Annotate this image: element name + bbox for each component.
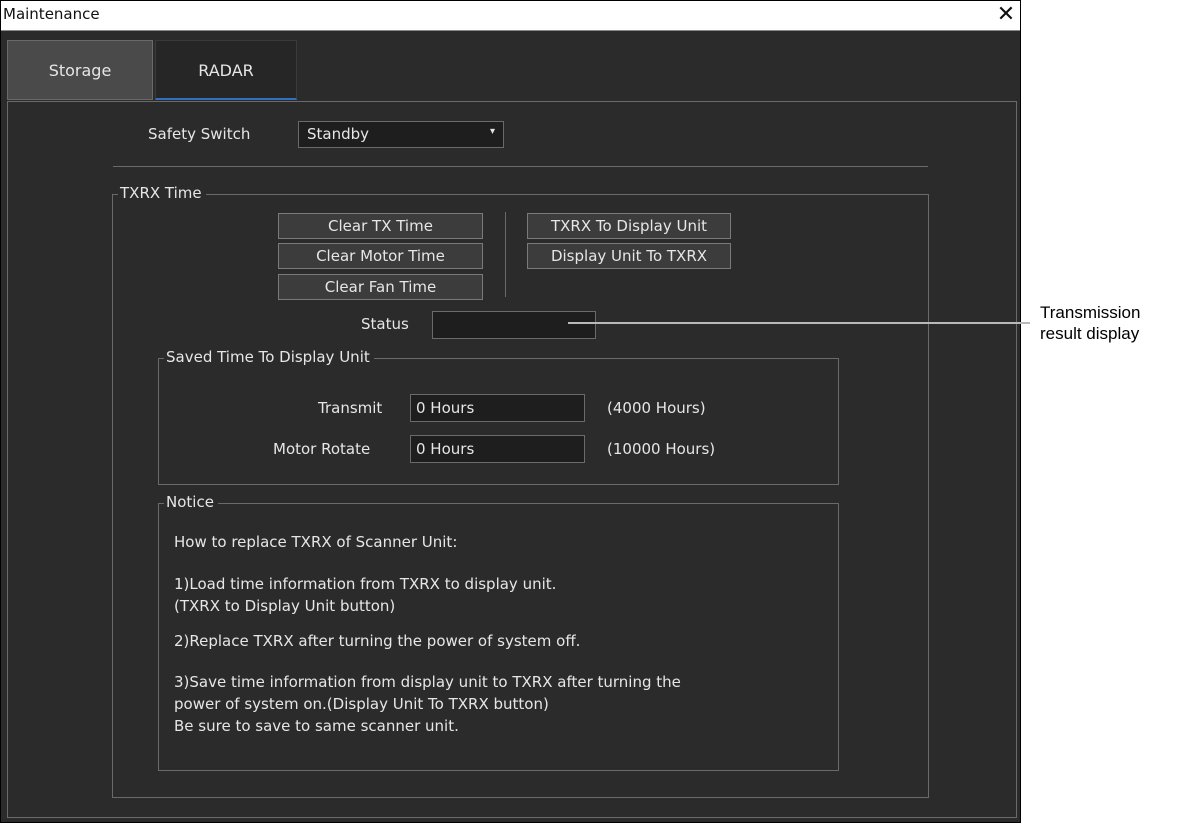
clear-motor-time-button[interactable]: Clear Motor Time — [278, 243, 483, 269]
window-title: Maintenance — [3, 5, 100, 23]
status-field — [432, 311, 596, 339]
callout-annotation: Transmission result display — [1040, 302, 1140, 344]
safety-switch-value: Standby — [307, 125, 370, 143]
notice-line: Be sure to save to same scanner unit. — [174, 717, 459, 735]
tab-storage[interactable]: Storage — [7, 40, 153, 100]
tab-radar[interactable]: RADAR — [155, 40, 297, 100]
transmit-label: Transmit — [318, 399, 383, 417]
section-divider — [113, 166, 928, 167]
motor-rotate-limit: (10000 Hours) — [607, 440, 716, 458]
transmit-hours-field: 0 Hours — [410, 394, 585, 422]
callout-leader-line — [568, 322, 1030, 324]
safety-switch-select[interactable]: Standby ▾ — [298, 121, 504, 148]
motor-rotate-hours-field: 0 Hours — [410, 435, 585, 463]
maintenance-window: Maintenance ✕ Storage RADAR Safety Switc… — [0, 0, 1021, 823]
notice-line: power of system on.(Display Unit To TXRX… — [174, 695, 549, 713]
notice-title: Notice — [164, 493, 218, 511]
motor-rotate-label: Motor Rotate — [273, 440, 371, 458]
notice-line: How to replace TXRX of Scanner Unit: — [174, 533, 458, 551]
tab-bar: Storage RADAR — [7, 40, 1017, 102]
notice-line: 2)Replace TXRX after turning the power o… — [174, 632, 581, 650]
dropdown-arrow-icon: ▾ — [489, 126, 495, 137]
clear-fan-time-button[interactable]: Clear Fan Time — [278, 274, 483, 300]
callout-line-2: result display — [1040, 324, 1140, 343]
safety-switch-label: Safety Switch — [148, 125, 251, 143]
notice-line: (TXRX to Display Unit button) — [174, 597, 396, 615]
saved-time-title: Saved Time To Display Unit — [164, 348, 374, 366]
button-column-divider — [505, 212, 506, 297]
title-bar: Maintenance ✕ — [1, 1, 1020, 31]
txrx-time-title: TXRX Time — [118, 184, 206, 202]
status-label: Status — [361, 315, 409, 333]
close-icon[interactable]: ✕ — [995, 4, 1017, 27]
callout-line-1: Transmission — [1040, 303, 1141, 322]
notice-line: 3)Save time information from display uni… — [174, 673, 681, 691]
txrx-to-display-unit-button[interactable]: TXRX To Display Unit — [527, 213, 731, 239]
notice-line: 1)Load time information from TXRX to dis… — [174, 575, 557, 593]
clear-tx-time-button[interactable]: Clear TX Time — [278, 213, 483, 239]
display-unit-to-txrx-button[interactable]: Display Unit To TXRX — [527, 243, 731, 269]
transmit-limit: (4000 Hours) — [607, 399, 706, 417]
